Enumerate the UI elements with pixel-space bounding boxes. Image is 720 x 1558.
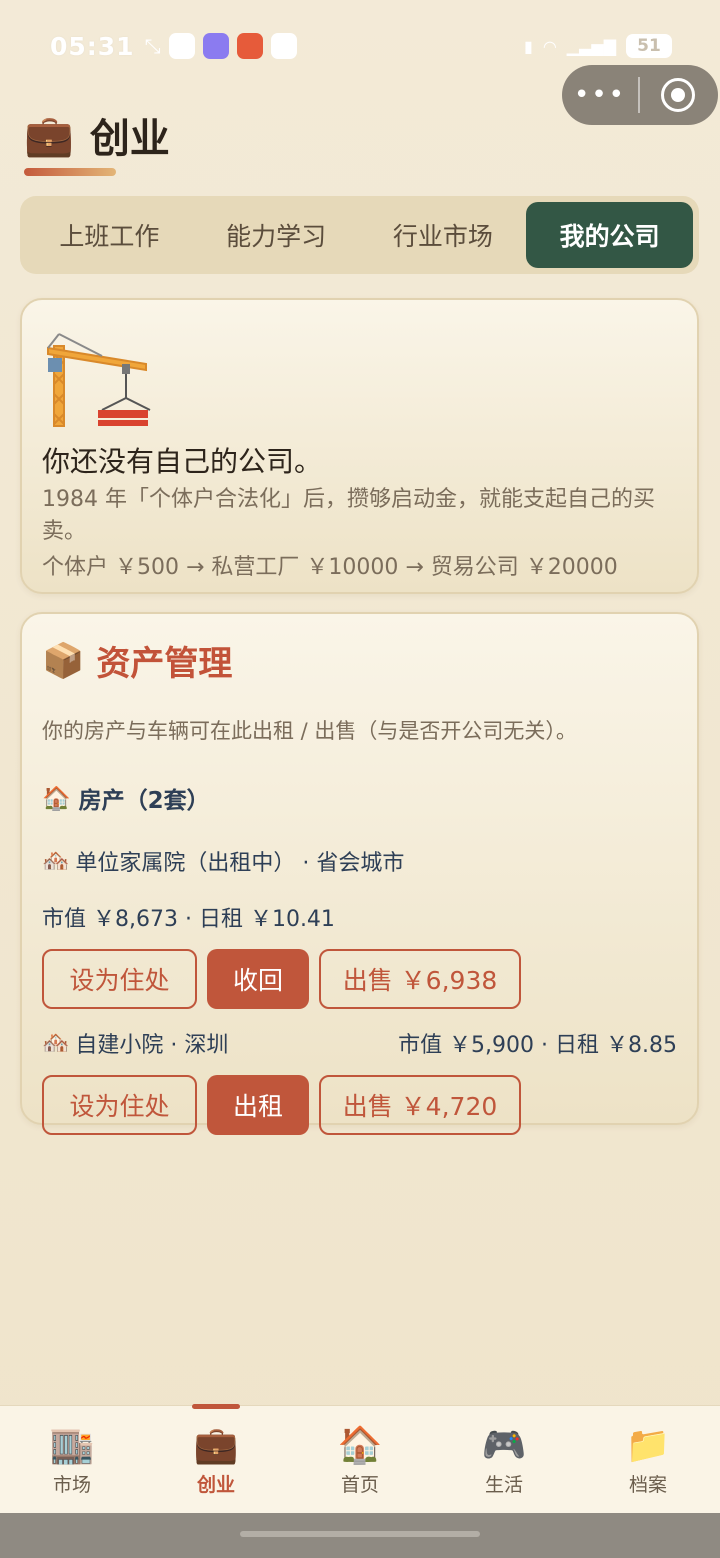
nav-label: 档案 (628, 1474, 667, 1496)
property-value: 市值 ￥5,900 · 日租 ￥8.85 (398, 1033, 677, 1058)
no-company-description: 1984 年「个体户合法化」后，攒够启动金，就能支起自己的买卖。 (42, 487, 655, 544)
nav-label: 市场 (52, 1474, 91, 1496)
signal-icon: ▁▃▅▇ (566, 36, 616, 56)
nav-home[interactable]: 🏠 首页 (288, 1406, 432, 1513)
sell-button[interactable]: 出售 ￥6,938 (319, 949, 521, 1009)
briefcase-icon: 💼 (193, 1425, 239, 1466)
tab-my-company[interactable]: 我的公司 (526, 202, 693, 268)
more-menu-icon[interactable]: ••• (562, 80, 638, 110)
status-time: 05:31 (50, 31, 135, 61)
tab-market[interactable]: 行业市场 (360, 202, 527, 268)
set-residence-button[interactable]: 设为住处 (42, 1075, 197, 1135)
houses-icon: 🏘️ (42, 848, 70, 874)
wifi-icon: ◠ (542, 36, 557, 56)
vibrate-icon: ▮ (524, 36, 533, 56)
bottom-navigation: 🏬 市场 💼 创业 🏠 首页 🎮 生活 📁 档案 (0, 1404, 720, 1513)
asset-description: 你的房产与车辆可在此出租 / 出售（与是否开公司无关）。 (42, 719, 577, 743)
tab-bar: 上班工作 能力学习 行业市场 我的公司 (20, 196, 699, 274)
sell-button[interactable]: 出售 ￥4,720 (319, 1075, 521, 1135)
property-name: 自建小院 · 深圳 (75, 1033, 229, 1058)
nav-label: 生活 (484, 1474, 523, 1496)
property-heading-label: 房产（2套） (78, 788, 210, 814)
company-cost-path: 个体户 ￥500 → 私营工厂 ￥10000 → 贸易公司 ￥20000 (42, 555, 618, 580)
nav-archive[interactable]: 📁 档案 (576, 1406, 720, 1513)
miniprogram-capsule: ••• (562, 65, 718, 125)
page-title: 创业 (89, 116, 170, 162)
title-underline (24, 168, 116, 176)
crane-icon (47, 333, 151, 427)
status-bar: 05:31 ⤡ ▮ ◠ ▁▃▅▇ 51 (50, 28, 672, 64)
news-app-icon (236, 33, 263, 59)
property-row: 🏘️ 自建小院 · 深圳 市值 ￥5,900 · 日租 ￥8.85 (42, 1027, 677, 1059)
nav-label: 创业 (196, 1474, 235, 1496)
nav-startup[interactable]: 💼 创业 (144, 1404, 288, 1513)
assistant-app-icon (202, 33, 229, 59)
nav-life[interactable]: 🎮 生活 (432, 1406, 576, 1513)
nav-market[interactable]: 🏬 市场 (0, 1406, 144, 1513)
house-icon: 🏠 (337, 1425, 383, 1466)
package-icon: 📦 (42, 640, 85, 681)
house-icon: 🏠 (42, 785, 71, 812)
asset-section-title: 📦 资产管理 (42, 636, 677, 685)
gamepad-icon: 🎮 (481, 1425, 527, 1466)
asset-management-card: 📦 资产管理 你的房产与车辆可在此出租 / 出售（与是否开公司无关）。 🏠 房产… (20, 612, 699, 1135)
missed-call-icon: ⤡ (144, 34, 161, 58)
home-indicator[interactable] (240, 1531, 480, 1537)
no-company-heading: 你还没有自己的公司。 (42, 445, 323, 478)
reclaim-button[interactable]: 收回 (207, 949, 309, 1009)
no-company-card: 你还没有自己的公司。 1984 年「个体户合法化」后，攒够启动金，就能支起自己的… (20, 298, 699, 594)
property-heading: 🏠 房产（2套） (42, 781, 677, 815)
property-actions: 设为住处 收回 出售 ￥6,938 (42, 949, 677, 1009)
slack-app-icon (168, 33, 195, 59)
folder-icon: 📁 (625, 1425, 671, 1466)
nav-label: 首页 (340, 1474, 379, 1496)
tab-work[interactable]: 上班工作 (26, 202, 193, 268)
property-value: 市值 ￥8,673 · 日租 ￥10.41 (42, 907, 335, 932)
asset-title: 资产管理 (96, 644, 233, 684)
property-row: 🏘️ 单位家属院（出租中） · 省会城市 (42, 845, 677, 877)
page-header: 💼 创业 (24, 106, 170, 164)
rent-out-button[interactable]: 出租 (207, 1075, 309, 1135)
property-actions: 设为住处 出租 出售 ￥4,720 (42, 1075, 677, 1135)
target-close-icon (661, 78, 695, 112)
set-residence-button[interactable]: 设为住处 (42, 949, 197, 1009)
briefcase-icon: 💼 (24, 112, 74, 159)
tab-learning[interactable]: 能力学习 (193, 202, 360, 268)
battery-indicator: 51 (626, 34, 672, 58)
status-notification-icons: ⤡ (145, 33, 297, 59)
shield-app-icon (270, 33, 297, 59)
houses-icon: 🏘️ (42, 1030, 70, 1056)
status-right: ▮ ◠ ▁▃▅▇ 51 (524, 34, 672, 58)
property-name: 单位家属院（出租中） · 省会城市 (75, 851, 405, 876)
system-home-bar (0, 1513, 720, 1558)
building-icon: 🏬 (49, 1425, 95, 1466)
close-miniprogram-button[interactable] (640, 78, 716, 112)
app-page: 05:31 ⤡ ▮ ◠ ▁▃▅▇ 51 ••• 💼 创业 上班工作 能力学习 行… (0, 0, 720, 1558)
